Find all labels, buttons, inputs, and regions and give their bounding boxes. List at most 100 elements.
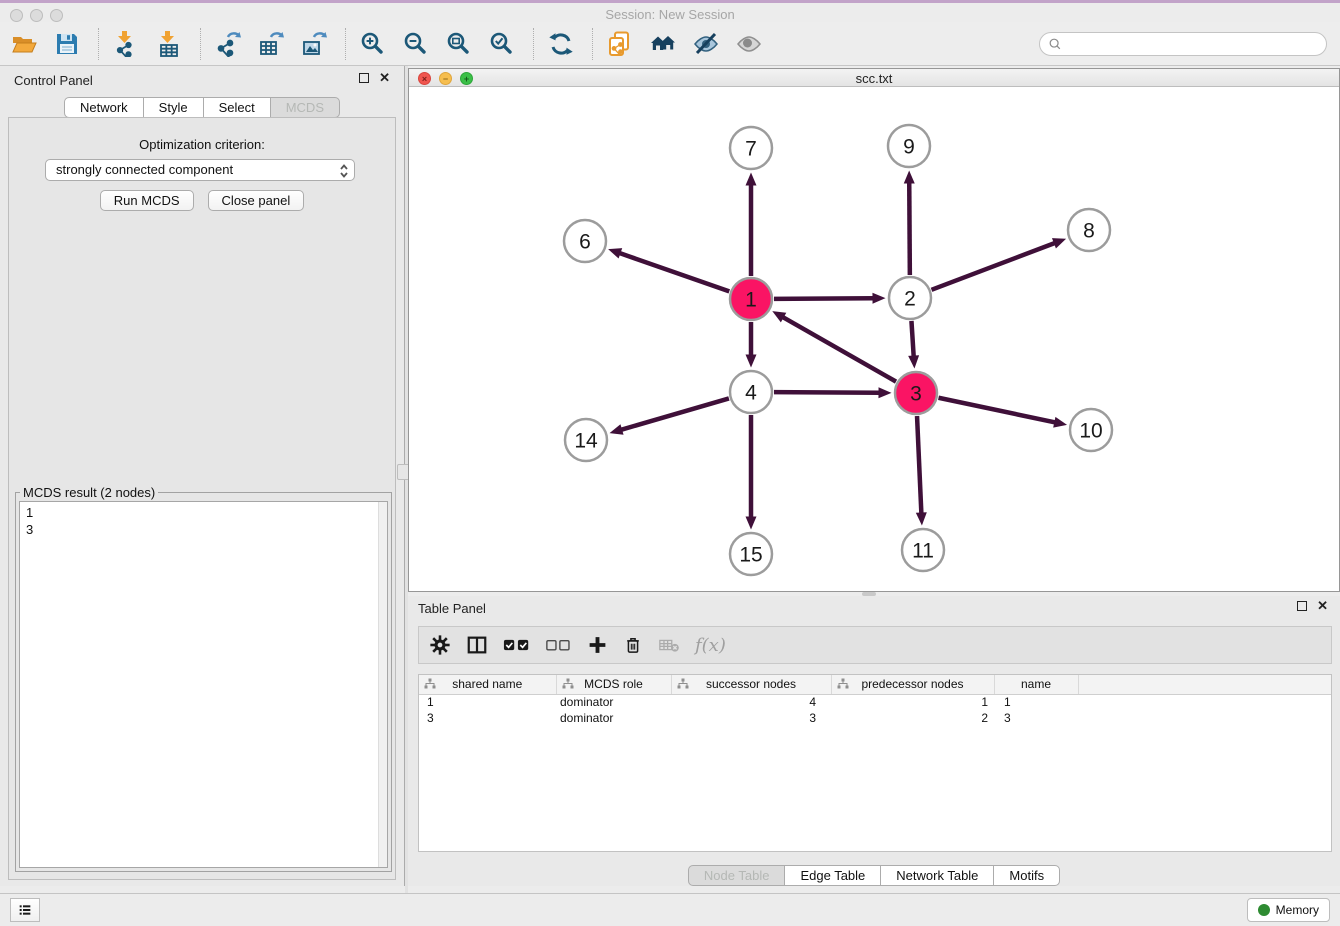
import-table-button[interactable] [155,29,183,59]
show-all-button[interactable] [735,29,763,59]
search-input[interactable] [1067,36,1326,52]
cell-name[interactable]: 1 [994,694,1078,710]
zoom-selected-button[interactable] [488,29,516,59]
delete-icon [623,634,643,656]
columns-icon [466,634,488,656]
home-button[interactable] [649,29,677,59]
criterion-value: strongly connected component [56,162,233,177]
column-label: predecessor nodes [861,677,963,691]
cell-MCDS-role[interactable]: dominator [556,694,671,710]
edge-2-8[interactable] [932,243,1055,290]
add-button[interactable] [587,630,608,660]
memory-button[interactable]: Memory [1247,898,1330,922]
column-header-MCDS-role[interactable]: MCDS role [556,675,671,694]
edge-arrowhead [746,173,757,186]
column-header-predecessor-nodes[interactable]: predecessor nodes [831,675,994,694]
table-panel-title: Table Panel [418,601,486,616]
edge-4-14[interactable] [621,398,729,429]
settings-button[interactable] [429,630,451,660]
close-table-panel-icon[interactable]: ✕ [1317,601,1328,611]
float-panel-icon[interactable] [359,73,369,83]
result-line: 3 [26,521,381,538]
deselect-all-button[interactable] [546,630,572,660]
close-panel-icon[interactable]: ✕ [379,73,390,83]
edge-arrowhead [908,355,919,368]
import-network-button[interactable] [112,29,140,59]
result-scrollbar[interactable] [378,502,387,867]
tab-network[interactable]: Network [64,97,144,118]
export-table-button[interactable] [257,29,285,59]
task-history-button[interactable] [10,898,40,922]
edge-2-3[interactable] [911,321,913,357]
duplicate-network-button[interactable] [606,29,634,59]
tab-mcds[interactable]: MCDS [270,97,340,118]
node-label-3: 3 [910,383,922,406]
zoom-fit-button[interactable] [445,29,473,59]
network-view-window: × − + scc.txt 7968124314101511 [408,68,1340,592]
edge-arrowhead [872,293,885,304]
control-panel-buttons: ✕ [359,73,390,83]
zoom-in-button[interactable] [359,29,387,59]
export-table-icon [258,31,284,57]
open-session-button[interactable] [10,29,38,59]
cell-shared-name[interactable]: 1 [419,694,556,710]
export-image-button[interactable] [300,29,328,59]
refresh-button[interactable] [547,29,575,59]
zoom-out-button[interactable] [402,29,430,59]
table-row[interactable]: 1dominator411 [419,694,1331,710]
cell-shared-name[interactable]: 3 [419,710,556,726]
sort-tree-icon [677,678,689,693]
cell-MCDS-role[interactable]: dominator [556,710,671,726]
column-header-name[interactable]: name [994,675,1078,694]
criterion-select[interactable]: strongly connected component [45,159,355,181]
mcds-button-row: Run MCDS Close panel [9,190,395,211]
edge-1-6[interactable] [619,253,729,291]
table-tabs: Node TableEdge TableNetwork TableMotifs [408,865,1340,886]
table-panel-buttons: ✕ [1297,601,1328,611]
export-network-button[interactable] [214,29,242,59]
tab-network-table[interactable]: Network Table [880,865,994,886]
toolbar-separator [592,28,593,60]
column-header-successor-nodes[interactable]: successor nodes [671,675,831,694]
settings-icon [429,634,451,656]
cell-predecessor-nodes[interactable]: 1 [831,694,994,710]
delete-button[interactable] [623,630,643,660]
edge-3-11[interactable] [917,416,921,514]
mcds-result-area[interactable]: 13 [19,501,388,868]
select-all-button[interactable] [503,630,531,660]
edge-1-2[interactable] [774,298,874,299]
search-icon [1048,37,1062,51]
table-row[interactable]: 3dominator323 [419,710,1331,726]
table-panel: Table Panel ✕ f(x) shared nameMCDS roles… [408,596,1340,886]
node-label-10: 10 [1079,420,1102,443]
edge-3-1[interactable] [783,317,896,382]
column-header-shared-name[interactable]: shared name [419,675,556,694]
edge-arrowhead [608,248,622,258]
delete-table-button [658,630,680,660]
table-header-row: shared nameMCDS rolesuccessor nodes prede… [419,675,1331,694]
tab-style[interactable]: Style [143,97,204,118]
cell-name[interactable]: 3 [994,710,1078,726]
float-table-panel-icon[interactable] [1297,601,1307,611]
cell-predecessor-nodes[interactable]: 2 [831,710,994,726]
cell-successor-nodes[interactable]: 3 [671,710,831,726]
refresh-icon [548,31,574,57]
search-field[interactable] [1039,32,1327,56]
edge-arrowhead [610,424,624,435]
tab-node-table[interactable]: Node Table [688,865,786,886]
network-canvas[interactable]: 7968124314101511 [409,88,1339,591]
function-builder-button: f(x) [695,630,726,660]
edge-2-9[interactable] [909,182,910,275]
toolbar-icon-group [10,28,778,60]
edge-3-10[interactable] [939,398,1056,423]
columns-button[interactable] [466,630,488,660]
close-panel-button[interactable]: Close panel [208,190,305,211]
run-mcds-button[interactable]: Run MCDS [100,190,194,211]
save-session-button[interactable] [53,29,81,59]
tab-edge-table[interactable]: Edge Table [784,865,881,886]
cell-successor-nodes[interactable]: 4 [671,694,831,710]
edge-4-3[interactable] [774,392,880,393]
tab-motifs[interactable]: Motifs [993,865,1060,886]
tab-select[interactable]: Select [203,97,271,118]
hide-selected-button[interactable] [692,29,720,59]
